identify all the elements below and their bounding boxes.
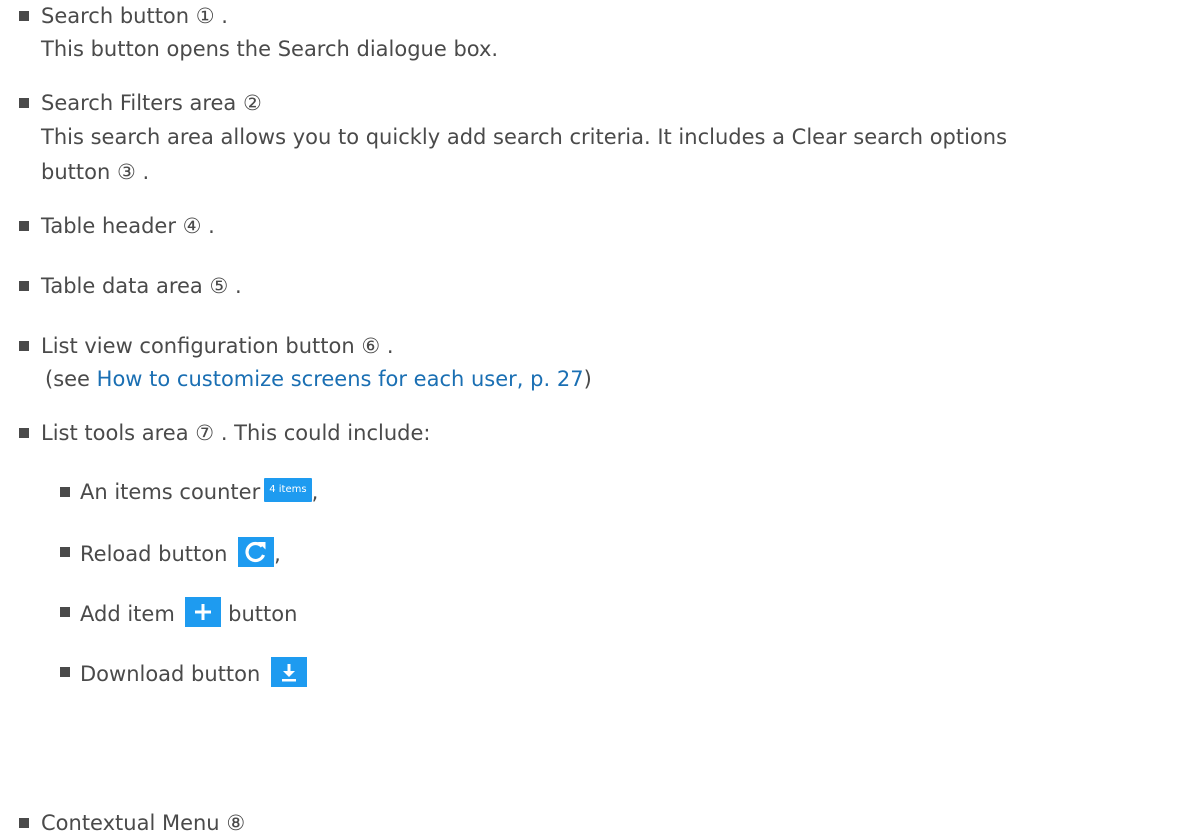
item-label: Table data area [41,274,203,298]
item-description: This button opens the Search dialogue bo… [41,37,499,61]
bullet-icon [19,428,29,438]
item-suffix: . [142,160,150,184]
sub-item-download: Download button [80,657,308,690]
marker-number: ① [195,4,215,28]
item-suffix: . [208,214,215,238]
item-description-cont: button [41,160,111,184]
bullet-icon [19,341,29,351]
cross-reference-link[interactable]: How to customize screens for each user, … [97,367,584,391]
item-label: Table header [41,214,176,238]
sub-item-label: An items counter [80,480,261,504]
bullet-icon [19,98,29,108]
sub-item-reload: Reload button , [80,537,281,570]
reload-icon[interactable] [238,537,275,567]
sub-item-items-counter: An items counter 4 items, [80,478,319,505]
see-suffix: ) [583,367,592,391]
item-label: Search button [41,4,190,28]
sub-bullet-icon [60,487,70,497]
item-label: List tools area [41,421,189,445]
item-suffix: . [386,334,394,358]
item-description: This search area allows you to quickly a… [41,125,1008,149]
item-label: Contextual Menu [41,811,220,835]
sub-item-label: Add item [80,602,175,626]
item-label: List view configuration button [41,334,355,358]
plus-icon[interactable] [185,597,222,627]
item-suffix: . [235,274,242,298]
sub-bullet-icon [60,547,70,557]
download-icon[interactable] [271,657,308,687]
marker-number: ⑥ [361,334,381,358]
sub-bullet-icon [60,607,70,617]
sub-item-suffix: , [274,542,281,566]
sub-item-label: Download button [80,662,261,686]
marker-number: ③ [116,160,136,184]
bullet-icon [19,281,29,291]
sub-item-suffix: button [228,602,298,626]
sub-bullet-icon [60,667,70,677]
marker-number: ⑦ [195,421,215,445]
sub-item-suffix: , [311,480,319,504]
item-suffix: . [221,4,228,28]
marker-number: ⑧ [226,811,246,835]
marker-number: ⑤ [209,274,229,298]
sub-item-add: Add item button [80,597,298,630]
see-prefix: (see [45,367,90,391]
bullet-icon [19,11,29,21]
bullet-icon [19,818,29,828]
sub-item-label: Reload button [80,542,228,566]
bullet-icon [19,221,29,231]
marker-number: ② [242,91,262,115]
marker-number: ④ [182,214,202,238]
item-suffix: . This could include: [220,421,431,445]
item-label: Search Filters area [41,91,237,115]
items-counter-badge: 4 items [264,478,312,502]
